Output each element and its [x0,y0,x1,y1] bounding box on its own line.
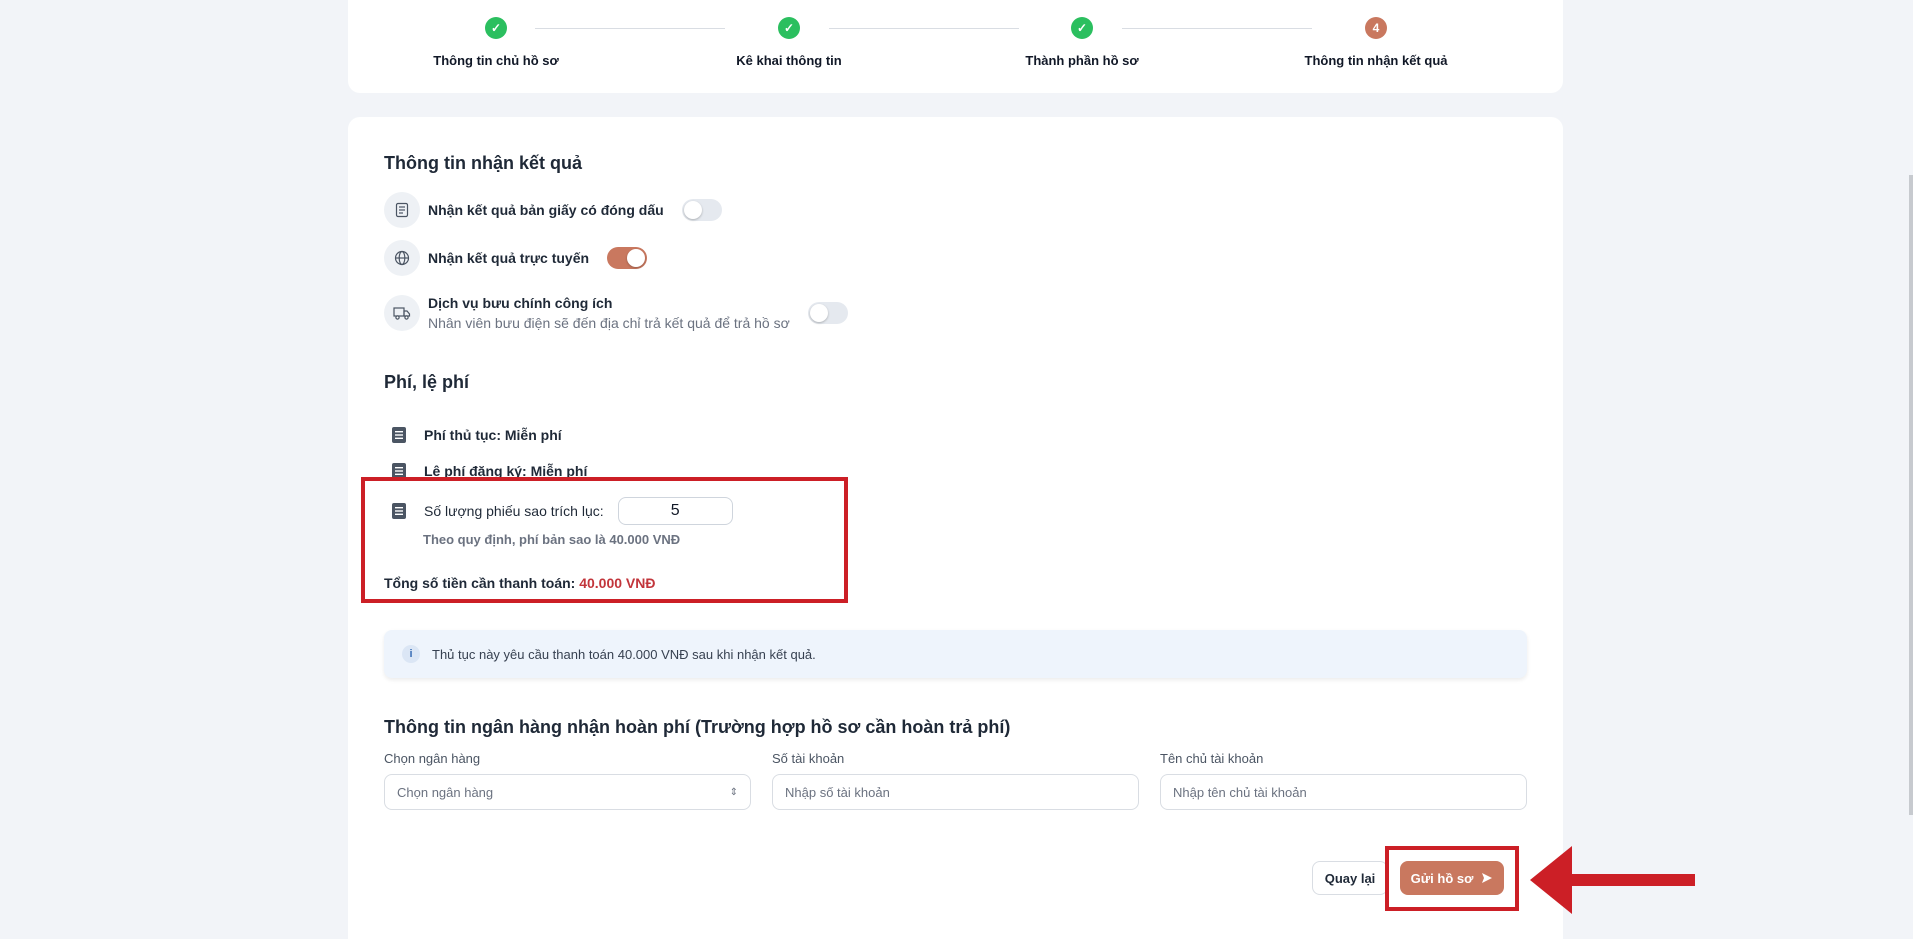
step-4[interactable]: 4 Thông tin nhận kết quả [1256,17,1496,68]
arrow-left-icon [1530,846,1695,914]
holder-label: Tên chủ tài khoản [1160,751,1264,766]
fee-section-title: Phí, lệ phí [384,372,470,392]
procedure-fee-row: Phí thủ tục: Miễn phí [392,427,562,443]
account-label: Số tài khoản [772,751,845,766]
option-online-result: Nhận kết quả trực tuyến [384,240,648,276]
payment-info-box: i Thủ tục này yêu cầu thanh toán 40.000 … [384,630,1527,678]
option-label: Dịch vụ bưu chính công ích [428,295,613,311]
account-holder-field: Tên chủ tài khoản Nhập tên chủ tài khoản [1160,751,1527,810]
option-description: Nhân viên bưu điện sẽ đến địa chỉ trả kế… [428,315,790,331]
option-label: Nhận kết quả bản giấy có đóng dấu [428,202,664,218]
step-label: Thông tin chủ hồ sơ [433,53,559,68]
info-icon: i [402,645,420,663]
bank-select-placeholder: Chọn ngân hàng [397,784,494,800]
fee-highlight-box [361,477,848,603]
stepper: ✓ Thông tin chủ hồ sơ ✓ Kê khai thông ti… [348,0,1563,93]
back-button[interactable]: Quay lại [1312,861,1388,895]
step-label: Thông tin nhận kết quả [1304,53,1448,68]
submit-highlight-box [1385,846,1519,911]
account-holder-input[interactable]: Nhập tên chủ tài khoản [1160,774,1527,810]
step-label: Thành phần hồ sơ [1025,53,1139,68]
truck-icon [384,295,420,331]
document-icon [384,192,420,228]
bank-label: Chọn ngân hàng [384,751,481,766]
online-result-toggle[interactable] [607,247,648,269]
step-label: Kê khai thông tin [736,53,842,68]
check-icon: ✓ [778,17,800,39]
account-number-input[interactable]: Nhập số tài khoản [772,774,1139,810]
check-icon: ✓ [485,17,507,39]
account-number-field: Số tài khoản Nhập số tài khoản [772,751,1139,810]
option-postal-service: Dịch vụ bưu chính công ích Nhân viên bưu… [384,295,848,331]
step-1[interactable]: ✓ Thông tin chủ hồ sơ [376,17,616,68]
option-label: Nhận kết quả trực tuyến [428,250,590,266]
procedure-fee-text: Phí thủ tục: Miễn phí [424,427,562,443]
paper-result-toggle[interactable] [681,199,722,221]
list-icon [392,427,406,443]
scrollbar[interactable] [1909,175,1913,815]
postal-service-toggle[interactable] [807,302,848,324]
option-paper-result: Nhận kết quả bản giấy có đóng dấu [384,192,722,228]
step-3[interactable]: ✓ Thành phần hồ sơ [962,17,1202,68]
bank-select-field: Chọn ngân hàng Chọn ngân hàng ⇕ [384,751,751,810]
check-icon: ✓ [1071,17,1093,39]
step-2[interactable]: ✓ Kê khai thông tin [669,17,909,68]
globe-icon [384,240,420,276]
step-number: 4 [1365,17,1387,39]
select-arrows-icon: ⇕ [729,786,738,798]
result-section-title: Thông tin nhận kết quả [384,153,582,173]
bank-section-title: Thông tin ngân hàng nhận hoàn phí (Trườn… [384,717,1011,737]
bank-select[interactable]: Chọn ngân hàng ⇕ [384,774,751,810]
info-text: Thủ tục này yêu cầu thanh toán 40.000 VN… [432,646,816,662]
